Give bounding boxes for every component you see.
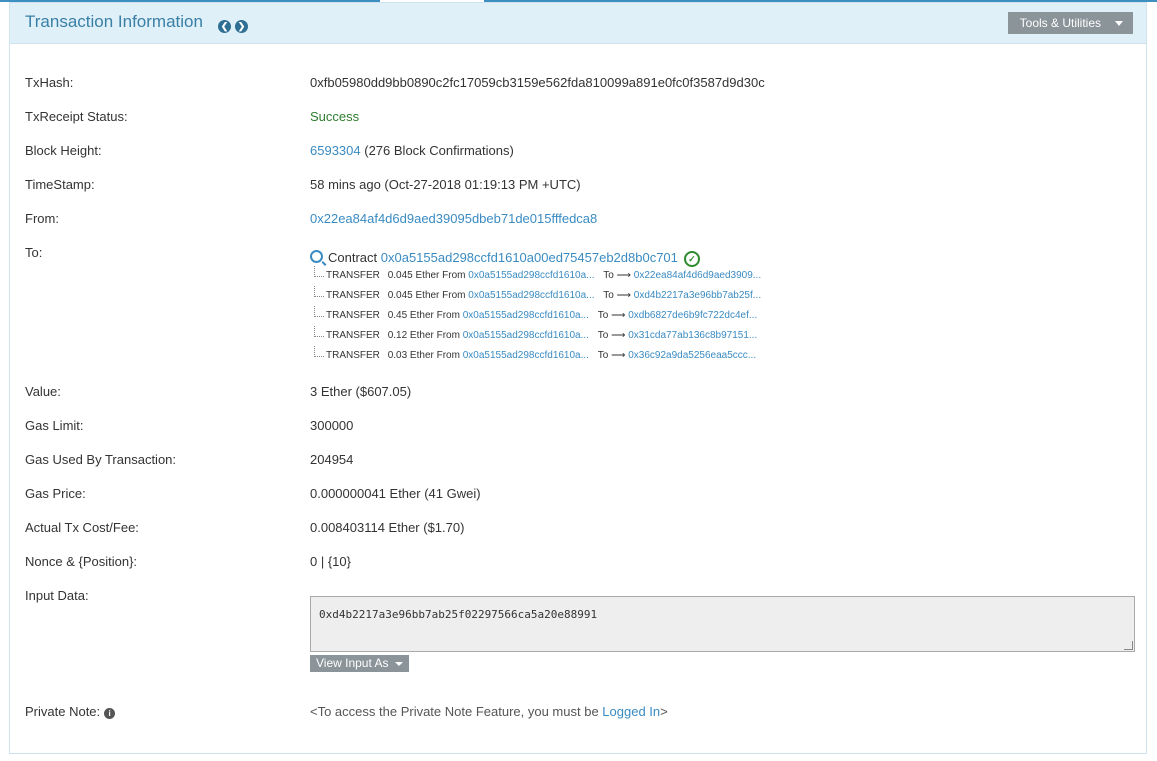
transfer-from-link[interactable]: 0x0a5155ad298ccfd1610a... bbox=[463, 310, 589, 321]
value-txhash: 0xfb05980dd9bb0890c2fc17059cb3159e562fda… bbox=[310, 75, 765, 90]
transfer-to-label: To bbox=[597, 310, 609, 321]
transfer-amount: 0.03 Ether From bbox=[387, 350, 460, 361]
label-status: TxReceipt Status: bbox=[25, 109, 128, 124]
input-data-textarea[interactable]: 0xd4b2217a3e96bb7ab25f02297566ca5a20e889… bbox=[310, 596, 1135, 652]
block-confirmations: (276 Block Confirmations) bbox=[364, 143, 514, 158]
transfer-to-link[interactable]: 0x36c92a9da5256eaa5ccc... bbox=[628, 350, 756, 361]
status-badge: Success bbox=[310, 109, 360, 124]
transfer-amount: 0.45 Ether From bbox=[387, 310, 460, 321]
label-txhash: TxHash: bbox=[25, 75, 74, 90]
transfer-to-label: To bbox=[597, 350, 609, 361]
label-to: To: bbox=[25, 245, 43, 260]
tree-connector bbox=[314, 346, 324, 357]
row-input-data: Input Data: 0xd4b2217a3e96bb7ab25f022975… bbox=[25, 588, 1135, 678]
value-private-note: <To access the Private Note Feature, you… bbox=[310, 704, 668, 719]
transfer-amount: 0.045 Ether From bbox=[387, 270, 466, 281]
page-title: Transaction Information bbox=[25, 12, 203, 31]
transfer-to-link[interactable]: 0xd4b2217a3e96bb7ab25f... bbox=[634, 290, 761, 301]
value-gas-limit: 300000 bbox=[310, 418, 354, 433]
block-link[interactable]: 6593304 bbox=[310, 143, 361, 158]
value-gas-used: 204954 bbox=[310, 452, 354, 467]
transfer-to-label: To bbox=[597, 330, 609, 341]
transfer-to-label: To bbox=[603, 290, 614, 301]
contract-line: Contract 0x0a5155ad298ccfd1610a00ed75457… bbox=[310, 249, 700, 267]
transaction-panel: Transaction Information ❮ ❯ Tools & Utili… bbox=[9, 2, 1147, 754]
chevron-left-circle-icon[interactable]: ❮ bbox=[218, 20, 231, 33]
transfer-amount: 0.12 Ether From bbox=[387, 330, 460, 341]
private-note-label: Private Note: bbox=[25, 704, 101, 719]
transfer-type: TRANSFER bbox=[326, 270, 380, 281]
list-item: TRANSFER 0.45 Ether From 0x0a5155ad298cc… bbox=[310, 306, 761, 329]
transfer-from-link[interactable]: 0x0a5155ad298ccfd1610a... bbox=[463, 330, 589, 341]
internal-transfers: TRANSFER 0.045 Ether From 0x0a5155ad298c… bbox=[310, 266, 761, 369]
value-block: 6593304 (276 Block Confirmations) bbox=[310, 143, 514, 158]
view-input-as-button[interactable]: View Input As bbox=[310, 655, 409, 672]
list-item: TRANSFER 0.03 Ether From 0x0a5155ad298cc… bbox=[310, 346, 761, 369]
value-timestamp: 58 mins ago (Oct-27-2018 01:19:13 PM +UT… bbox=[310, 177, 581, 192]
transfer-amount: 0.045 Ether From bbox=[387, 290, 466, 301]
value-gas-price: 0.000000041 Ether (41 Gwei) bbox=[310, 486, 481, 501]
value-tx-cost: 0.008403114 Ether ($1.70) bbox=[310, 520, 465, 535]
tools-label: Tools & Utilities bbox=[1019, 16, 1101, 30]
label-from: From: bbox=[25, 211, 59, 226]
label-tx-cost: Actual Tx Cost/Fee: bbox=[25, 520, 139, 535]
transfer-to-label: To bbox=[603, 270, 614, 281]
tools-utilities-dropdown[interactable]: Tools & Utilities bbox=[1007, 12, 1133, 34]
label-input-data: Input Data: bbox=[25, 588, 89, 603]
transfer-type: TRANSFER bbox=[326, 290, 380, 301]
resize-handle[interactable] bbox=[1124, 641, 1133, 650]
label-nonce: Nonce & {Position}: bbox=[25, 554, 138, 569]
input-data-value: 0xd4b2217a3e96bb7ab25f02297566ca5a20e889… bbox=[319, 608, 598, 621]
arrow-right-icon: ⟶ bbox=[616, 270, 631, 281]
label-gas-price: Gas Price: bbox=[25, 486, 86, 501]
note-prefix: <To access the Private Note Feature, you… bbox=[310, 704, 603, 719]
arrow-right-icon: ⟶ bbox=[611, 330, 626, 341]
verified-check-icon: ✓ bbox=[683, 251, 700, 267]
transfer-to-link[interactable]: 0x22ea84af4d6d9aed3909... bbox=[634, 270, 761, 281]
contract-address-link[interactable]: 0x0a5155ad298ccfd1610a00ed75457eb2d8b0c7… bbox=[381, 250, 678, 265]
transfer-from-link[interactable]: 0x0a5155ad298ccfd1610a... bbox=[463, 350, 589, 361]
contract-label: Contract bbox=[328, 250, 378, 265]
arrow-right-icon: ⟶ bbox=[611, 310, 626, 321]
value-nonce: 0 | {10} bbox=[310, 554, 351, 569]
tree-connector bbox=[314, 266, 324, 277]
tree-connector bbox=[314, 306, 324, 317]
tree-connector bbox=[314, 286, 324, 297]
list-item: TRANSFER 0.12 Ether From 0x0a5155ad298cc… bbox=[310, 326, 761, 349]
label-value: Value: bbox=[25, 384, 61, 399]
tree-connector bbox=[314, 326, 324, 337]
value-from: 0x22ea84af4d6d9aed39095dbeb71de015fffedc… bbox=[310, 211, 597, 226]
arrow-right-icon: ⟶ bbox=[611, 350, 626, 361]
transfer-type: TRANSFER bbox=[326, 330, 380, 341]
transfer-to-link[interactable]: 0x31cda77ab136c8b97151... bbox=[628, 330, 757, 341]
list-item: TRANSFER 0.045 Ether From 0x0a5155ad298c… bbox=[310, 266, 761, 289]
label-timestamp: TimeStamp: bbox=[25, 177, 95, 192]
caret-down-icon bbox=[394, 661, 403, 666]
label-private-note: Private Note: i bbox=[25, 704, 116, 719]
transfer-type: TRANSFER bbox=[326, 310, 380, 321]
transfer-to-link[interactable]: 0xdb6827de6b9fc722dc4ef... bbox=[628, 310, 757, 321]
from-address-link[interactable]: 0x22ea84af4d6d9aed39095dbeb71de015fffedc… bbox=[310, 211, 597, 226]
label-block: Block Height: bbox=[25, 143, 102, 158]
label-gas-used: Gas Used By Transaction: bbox=[25, 452, 177, 467]
zoom-icon[interactable] bbox=[310, 250, 323, 263]
list-item: TRANSFER 0.045 Ether From 0x0a5155ad298c… bbox=[310, 286, 761, 309]
value-to: Contract 0x0a5155ad298ccfd1610a00ed75457… bbox=[310, 249, 761, 361]
logged-in-link[interactable]: Logged In bbox=[602, 704, 660, 719]
panel-header: Transaction Information ❮ ❯ Tools & Utili… bbox=[10, 3, 1146, 44]
label-gas-limit: Gas Limit: bbox=[25, 418, 84, 433]
value-value: 3 Ether ($607.05) bbox=[310, 384, 412, 399]
info-icon[interactable]: i bbox=[104, 708, 116, 719]
row-to: To: Contract 0x0a5155ad298ccfd1610a00ed7… bbox=[25, 245, 1131, 370]
tx-nav: ❮ ❯ bbox=[218, 16, 252, 34]
transfer-type: TRANSFER bbox=[326, 350, 380, 361]
arrow-right-icon: ⟶ bbox=[616, 290, 631, 301]
transfer-from-link[interactable]: 0x0a5155ad298ccfd1610a... bbox=[468, 270, 594, 281]
chevron-right-circle-icon[interactable]: ❯ bbox=[235, 20, 248, 33]
note-suffix: > bbox=[660, 704, 668, 719]
caret-down-icon bbox=[1115, 21, 1123, 27]
transfer-from-link[interactable]: 0x0a5155ad298ccfd1610a... bbox=[468, 290, 594, 301]
view-input-as-label: View Input As bbox=[316, 656, 389, 670]
